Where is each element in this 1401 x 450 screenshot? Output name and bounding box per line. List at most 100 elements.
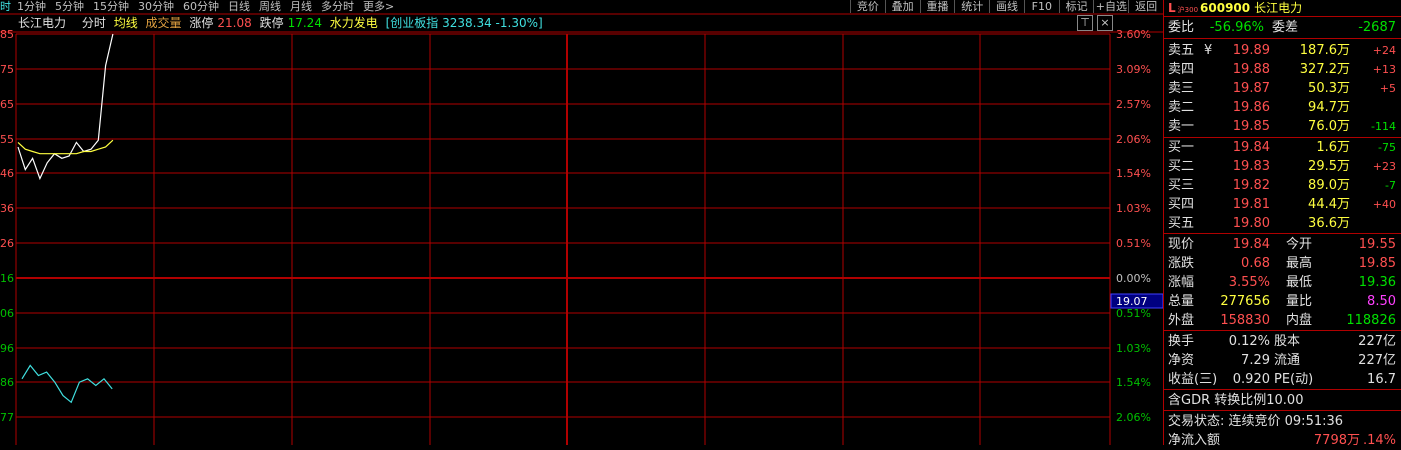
net-inflow-label: 净流入额 — [1168, 433, 1221, 448]
quote-title: L 沪300 600900 长江电力 — [1164, 0, 1401, 16]
period-tab[interactable]: 30分钟 — [138, 0, 174, 13]
stat-label: 量比 — [1286, 294, 1313, 309]
stat-value: 277656 — [1220, 294, 1270, 309]
x-icon[interactable]: × — [1097, 15, 1113, 31]
bid-label: 买三 — [1168, 178, 1195, 193]
bid-volume: 36.6万 — [1308, 216, 1350, 231]
ask-change: +24 — [1372, 44, 1396, 57]
pct-tick-label: 1.54% — [1116, 167, 1151, 180]
tool-button[interactable]: 统计 — [954, 0, 989, 13]
tool-button[interactable]: 标记 — [1058, 0, 1094, 13]
tool-button[interactable]: 叠加 — [884, 0, 920, 13]
stat-value: 0.68 — [1241, 256, 1270, 271]
stat-label: 涨幅 — [1168, 275, 1195, 290]
ask-row: 卖四 19.88 327.2万 +13 — [1168, 60, 1400, 79]
quote-panel: L 沪300 600900 长江电力 委比 -56.96% 委差 -2687 卖五 19.89 18… — [1163, 0, 1401, 448]
price-line — [17, 33, 114, 181]
trade-status-row: 交易状态: 连续竞价 09:51:36 — [1168, 412, 1400, 431]
stat-value: 227亿 — [1358, 334, 1396, 349]
stat-value: 7.29 — [1241, 353, 1270, 368]
board-badge: L — [1168, 1, 1176, 15]
divider — [1164, 330, 1401, 331]
ask-label: 卖二 — [1168, 100, 1195, 115]
bid-label: 买五 — [1168, 216, 1195, 231]
period-tab[interactable]: 60分钟 — [183, 0, 219, 13]
tool-button[interactable]: F10 — [1023, 0, 1059, 13]
volume-label[interactable]: 成交量 — [146, 16, 182, 30]
stat-row: 现价 19.84 今开 19.55 — [1168, 235, 1400, 254]
period-tab[interactable]: 周线 — [259, 0, 281, 13]
period-tab[interactable]: 1分钟 — [17, 0, 46, 13]
tool-button[interactable]: 竞价 — [850, 0, 885, 13]
bid-price: 19.81 — [1232, 197, 1270, 212]
ask-label: 卖一 — [1168, 119, 1195, 134]
bid-row: 买二 19.83 29.5万 +23 — [1168, 157, 1400, 176]
y-tick-label: 36 — [0, 202, 14, 215]
pct-tick-label: 0.51% — [1116, 307, 1151, 320]
divider — [1164, 410, 1401, 411]
net-inflow-value: 7798万 — [1313, 433, 1360, 448]
tool-button[interactable]: 重播 — [919, 0, 955, 13]
sector-label[interactable]: 水力发电 — [330, 16, 378, 30]
stat-value: 3.55% — [1228, 275, 1270, 290]
bid-label: 买二 — [1168, 159, 1195, 174]
stat-label: 收益(三) — [1168, 372, 1218, 387]
bid-volume: 89.0万 — [1308, 178, 1350, 193]
bid-volume: 29.5万 — [1308, 159, 1350, 174]
bid-row: 买四 19.81 44.4万 +40 — [1168, 195, 1400, 214]
y-tick-label: 26 — [0, 237, 14, 250]
stat-label: 涨跌 — [1168, 256, 1195, 271]
ask-row: 卖三 19.87 50.3万 +5 — [1168, 79, 1400, 98]
tool-button[interactable]: 画线 — [989, 0, 1024, 13]
y-tick-label: 55 — [0, 133, 14, 146]
tool-button[interactable]: 返回 — [1128, 0, 1163, 13]
divider — [1164, 16, 1401, 17]
bid-change: +40 — [1372, 198, 1396, 211]
ask-label: 卖五 — [1168, 43, 1195, 58]
period-tab[interactable]: 时 — [0, 0, 11, 13]
ask-mark: ¥ — [1204, 43, 1213, 58]
pct-tick-label: 1.03% — [1116, 342, 1151, 355]
period-tab[interactable]: 日线 — [228, 0, 250, 13]
intraday-chart[interactable]: 8575655546362616069686773.60%3.09%2.57%2… — [0, 0, 1163, 445]
stat-row: 收益(三) 0.920 PE(动) 16.7 — [1168, 370, 1400, 389]
pct-tick-label: 0.51% — [1116, 237, 1151, 250]
net-inflow-pct: .14% — [1362, 433, 1396, 448]
index-quote[interactable]: [创业板指 3238.34 -1.30%] — [386, 16, 543, 30]
ask-label: 卖三 — [1168, 81, 1195, 96]
stat-label: 现价 — [1168, 237, 1195, 252]
avg-line-label[interactable]: 均线 — [114, 16, 138, 30]
y-tick-label: 77 — [0, 411, 14, 424]
stat-value: 8.50 — [1367, 294, 1396, 309]
tool-button[interactable]: +自选 — [1093, 0, 1128, 13]
period-tab[interactable]: 15分钟 — [93, 0, 129, 13]
stat-label: 最低 — [1286, 275, 1313, 290]
bid-label: 买四 — [1168, 197, 1195, 212]
ask-row: 卖一 19.85 76.0万 -114 — [1168, 117, 1400, 136]
stock-code: 600900 — [1200, 1, 1251, 15]
period-tab[interactable]: 5分钟 — [55, 0, 84, 13]
period-tab[interactable]: 多分时 — [321, 0, 354, 13]
pct-tick-label: 2.06% — [1116, 411, 1151, 424]
mode-label[interactable]: 分时 — [82, 16, 106, 30]
bid-change: +23 — [1372, 160, 1396, 173]
chart-header: 长江电力 分时 均线 成交量 涨停 21.08 跌停 17.24 水力发电 [创业板… — [0, 14, 1163, 32]
trade-status: 交易状态: 连续竞价 09:51:36 — [1168, 414, 1344, 429]
ask-price: 19.85 — [1232, 119, 1270, 134]
bid-volume: 1.6万 — [1316, 140, 1350, 155]
ask-volume: 50.3万 — [1308, 81, 1350, 96]
stat-value: 19.84 — [1232, 237, 1270, 252]
stat-value: 227亿 — [1358, 353, 1396, 368]
weibi-row: 委比 -56.96% 委差 -2687 — [1168, 18, 1400, 37]
pin-icon[interactable]: ⊤ — [1077, 15, 1093, 31]
period-tab[interactable]: 更多> — [363, 0, 394, 13]
weibi-label: 委比 — [1168, 20, 1195, 35]
ask-volume: 327.2万 — [1299, 62, 1350, 77]
index-badge: 沪300 — [1177, 6, 1199, 14]
stock-name: 长江电力 — [18, 16, 67, 30]
stat-label: 外盘 — [1168, 313, 1195, 328]
period-tab[interactable]: 月线 — [290, 0, 312, 13]
stat-value: 158830 — [1220, 313, 1270, 328]
stat-row: 涨跌 0.68 最高 19.85 — [1168, 254, 1400, 273]
ask-volume: 187.6万 — [1299, 43, 1350, 58]
